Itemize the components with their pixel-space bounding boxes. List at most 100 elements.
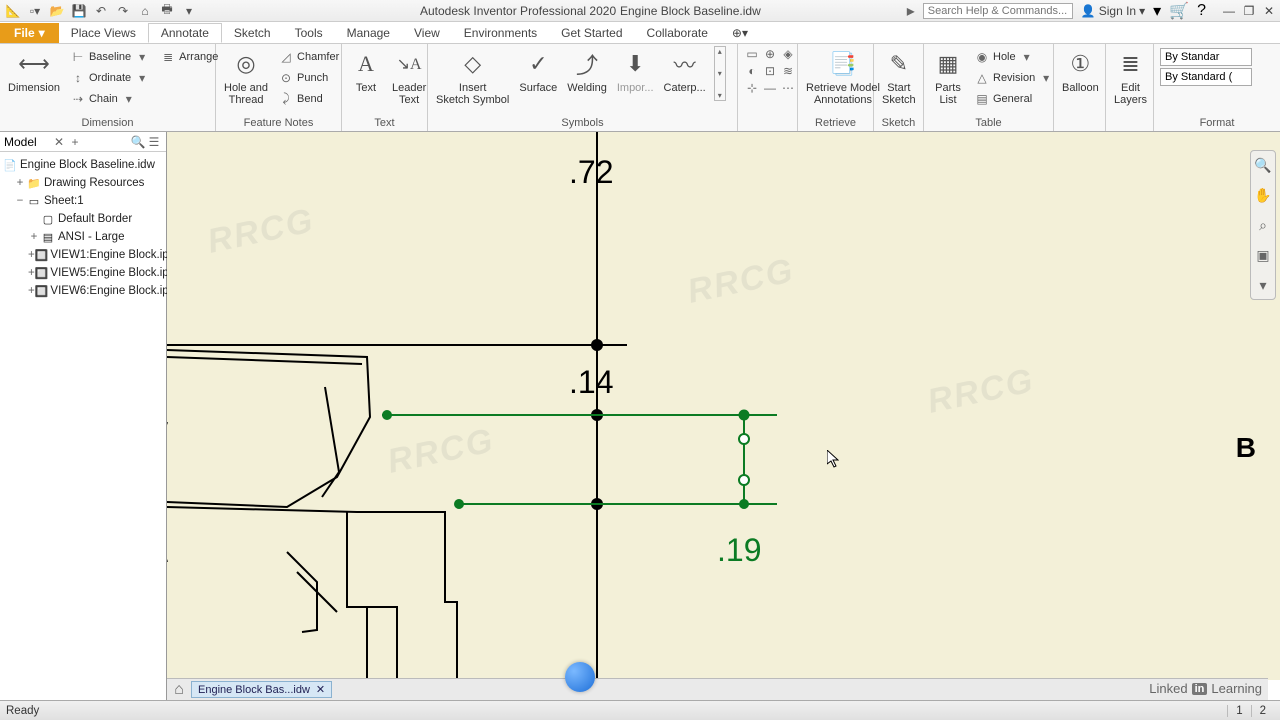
tree-view6[interactable]: +🔲VIEW6:Engine Block.ipt [2,282,164,300]
dimension-icon: ⟷ [18,48,50,80]
sym-icon-2[interactable]: ⊕ [762,46,778,62]
sym-icon-5[interactable]: ⊡ [762,63,778,79]
import-button[interactable]: ⬇Impor... [615,46,656,96]
revision-button[interactable]: △Revision▾ [972,67,1056,88]
sym-icon-1[interactable]: ▭ [744,46,760,62]
browser-search-icon[interactable]: 🔍 [130,135,146,149]
tab-get-started[interactable]: Get Started [549,23,634,43]
restore-button[interactable]: ❐ [1242,4,1256,18]
insert-sketch-symbol-button[interactable]: ◇Insert Sketch Symbol [434,46,511,108]
panel-retrieve-label: Retrieve [804,115,867,129]
expand-icon[interactable]: + [28,231,40,243]
tab-place-views[interactable]: Place Views [59,23,148,43]
expand-icon[interactable]: + [14,177,26,189]
cart-icon[interactable]: 🛒 [1169,1,1189,21]
collapse-icon[interactable]: − [14,195,26,207]
tab-view[interactable]: View [402,23,452,43]
new-icon[interactable]: ▫▾ [26,2,44,20]
tab-file[interactable]: File▾ [0,23,59,43]
doc-tab-close-icon[interactable]: ✕ [316,683,325,696]
edit-layers-button[interactable]: ≣Edit Layers [1112,46,1149,108]
help-icon[interactable]: ? [1197,2,1206,20]
tab-more-icon[interactable]: ⊕▾ [720,23,760,43]
sym-icon-9[interactable]: ⋯ [780,80,796,96]
tab-tools[interactable]: Tools [283,23,335,43]
chain-button[interactable]: ⇢Chain▾ [68,88,152,109]
caterp-icon: 〰 [669,48,701,80]
save-icon[interactable]: 💾 [70,2,88,20]
doc-tab[interactable]: Engine Block Bas...idw ✕ [191,681,332,698]
chevron-down-icon: ▾ [121,91,137,107]
chevron-down-icon: ▾ [134,49,150,65]
dimension-button[interactable]: ⟷ Dimension [6,46,62,96]
undo-icon[interactable]: ↶ [92,2,110,20]
tree-view1[interactable]: +🔲VIEW1:Engine Block.ipt [2,246,164,264]
dimension-value-2[interactable]: .14 [569,364,613,401]
tab-sketch[interactable]: Sketch [222,23,283,43]
exchange-icon[interactable]: ▾ [1153,1,1161,21]
surface-button[interactable]: ✓Surface [517,46,559,96]
caterp-button[interactable]: 〰Caterp... [662,46,708,96]
redo-icon[interactable]: ↷ [114,2,132,20]
tab-manage[interactable]: Manage [335,23,402,43]
tree-ansi[interactable]: +▤ANSI - Large [2,228,164,246]
welding-button[interactable]: ⤴Welding [565,46,609,96]
chamfer-button[interactable]: ◿Chamfer [276,46,341,67]
format-style-dropdown[interactable]: By Standar [1160,48,1252,66]
ordinate-button[interactable]: ↕Ordinate▾ [68,67,152,88]
arrange-button[interactable]: ≣Arrange [158,46,220,67]
sym-icon-8[interactable]: — [762,80,778,96]
tree-view5[interactable]: +🔲VIEW5:Engine Block.ipt [2,264,164,282]
ordinate-label: Ordinate [89,72,131,84]
tree-border-label: Default Border [58,213,132,225]
dimension-value-3[interactable]: .19 [717,532,761,569]
tab-annotate[interactable]: Annotate [148,23,222,43]
nav-zoom-all-icon[interactable]: ▣ [1253,245,1273,265]
close-button[interactable]: ✕ [1262,4,1276,18]
minimize-button[interactable]: — [1222,4,1236,18]
retrieve-model-button[interactable]: 📑Retrieve Model Annotations [804,46,882,108]
search-input[interactable] [923,3,1073,19]
print-icon[interactable]: 🖶 [158,2,176,20]
retrieve-icon: 📑 [827,48,859,80]
balloon-button[interactable]: ①Balloon [1060,46,1101,96]
browser-close-icon[interactable]: ✕ [51,135,67,149]
search-expand-icon[interactable]: ▸ [907,1,915,21]
bend-button[interactable]: ⤸Bend [276,88,341,109]
general-button[interactable]: ▤General [972,88,1056,109]
signin-button[interactable]: 👤 Sign In ▾ [1081,4,1145,18]
leader-text-button[interactable]: ↘ALeader Text [390,46,428,108]
sym-icon-7[interactable]: ⊹ [744,80,760,96]
tree-drawing-resources[interactable]: +📁Drawing Resources [2,174,164,192]
baseline-button[interactable]: ⊢Baseline▾ [68,46,152,67]
nav-more-icon[interactable]: ▾ [1253,275,1273,295]
open-icon[interactable]: 📂 [48,2,66,20]
doc-tab-label: Engine Block Bas...idw [198,684,310,696]
symbols-gallery-spin[interactable]: ▴▾▾ [714,46,726,101]
browser-menu-icon[interactable]: ☰ [146,135,162,149]
hole-table-button[interactable]: ◉Hole▾ [972,46,1056,67]
parts-list-button[interactable]: ▦Parts List [930,46,966,108]
sym-icon-6[interactable]: ≋ [780,63,796,79]
qat-more-icon[interactable]: ▾ [180,2,198,20]
start-sketch-button[interactable]: ✎Start Sketch [880,46,918,108]
tree-default-border[interactable]: ▢Default Border [2,210,164,228]
sym-icon-3[interactable]: ◈ [780,46,796,62]
browser-add-icon[interactable]: + [67,135,83,149]
tree-root[interactable]: 📄Engine Block Baseline.idw [2,156,164,174]
home-icon[interactable]: ⌂ [136,2,154,20]
dimension-value-1[interactable]: .72 [569,154,613,191]
nav-zoom-window-icon[interactable]: ⌕ [1253,215,1273,235]
punch-button[interactable]: ⊙Punch [276,67,341,88]
tab-collaborate[interactable]: Collaborate [635,23,720,43]
doc-home-icon[interactable]: ⌂ [167,681,191,699]
text-button[interactable]: AText [348,46,384,96]
sym-icon-4[interactable]: ◐ [744,63,760,79]
format-layer-dropdown[interactable]: By Standard ( [1160,68,1252,86]
drawing-canvas[interactable]: B .72 .14 [167,132,1280,680]
tree-sheet[interactable]: −▭Sheet:1 [2,192,164,210]
hole-thread-button[interactable]: ◎ Hole and Thread [222,46,270,108]
nav-zoom-icon[interactable]: 🔍 [1253,155,1273,175]
nav-pan-icon[interactable]: ✋ [1253,185,1273,205]
tab-environments[interactable]: Environments [452,23,549,43]
